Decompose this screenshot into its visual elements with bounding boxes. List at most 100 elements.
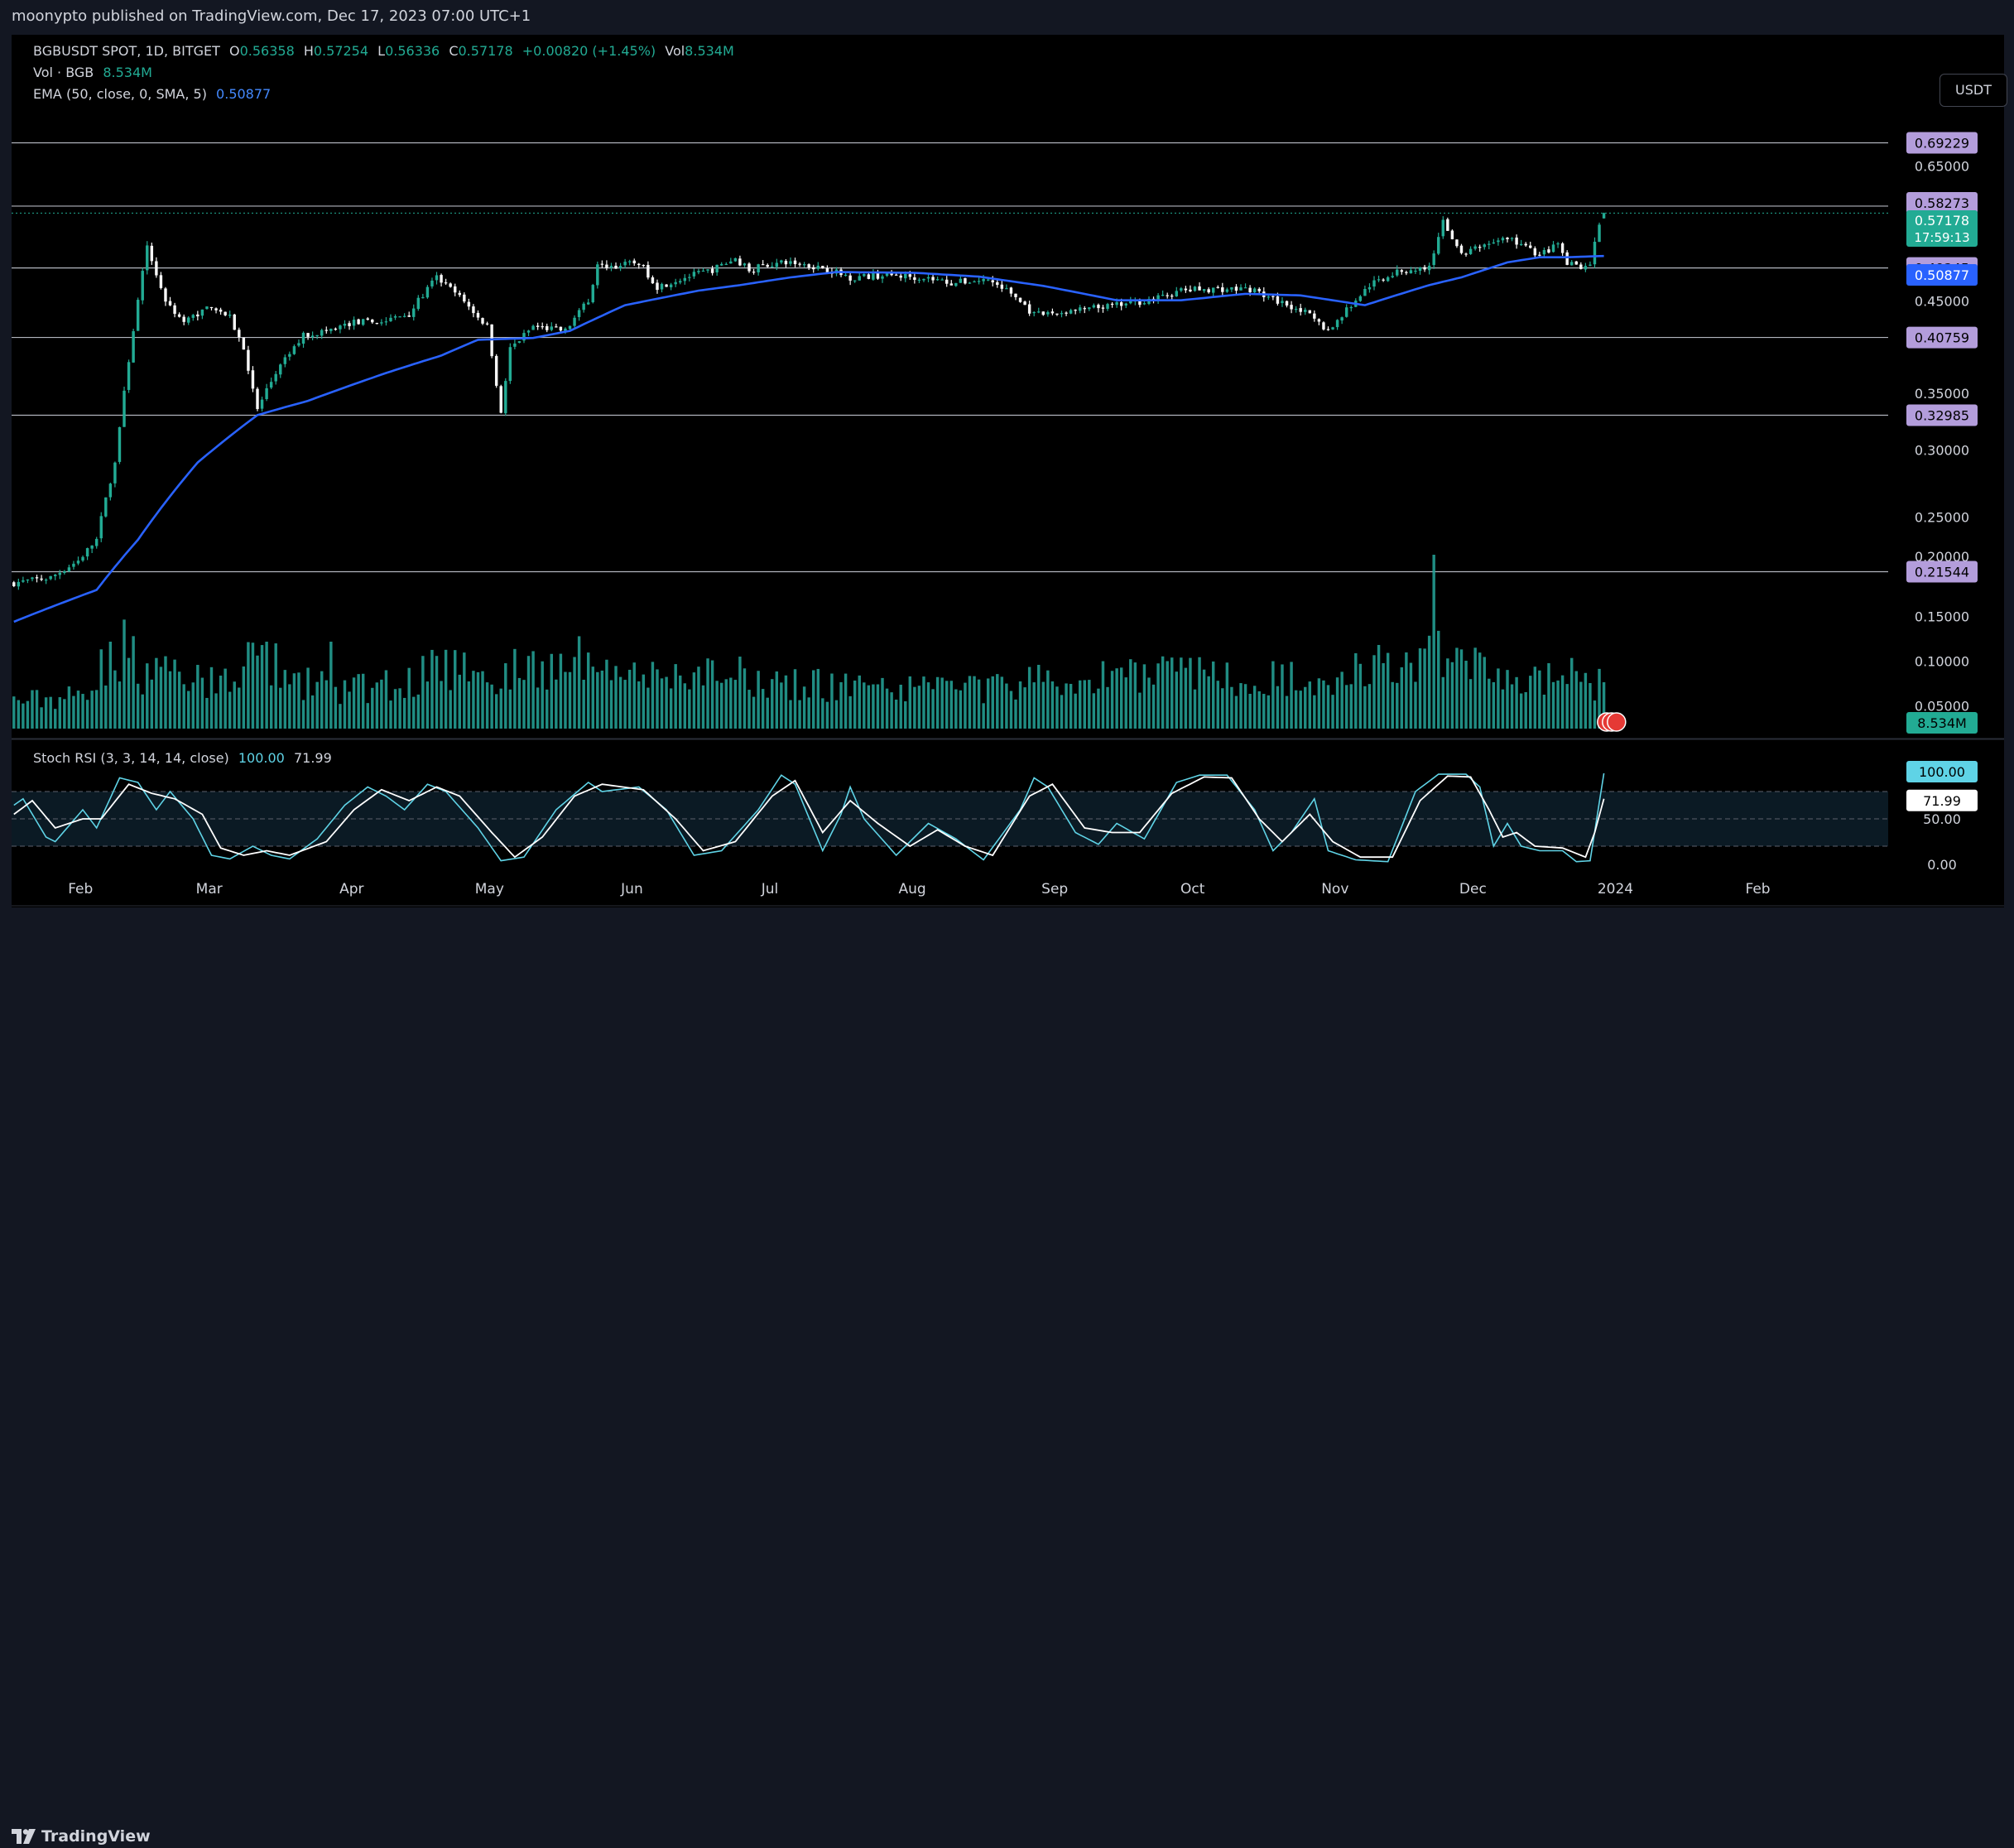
candle-body (1441, 219, 1445, 237)
candle-body (1488, 243, 1491, 245)
volume-bar (1488, 678, 1491, 729)
volume-bar (233, 681, 236, 729)
candle-body (416, 297, 421, 310)
volume-bar (904, 701, 907, 729)
candle-body (1027, 304, 1031, 314)
volume-bar (22, 703, 25, 729)
volume-bar (913, 686, 916, 729)
volume-bar (1088, 680, 1091, 729)
x-tick-label-10: Dec (1459, 881, 1487, 898)
volume-bar (890, 692, 893, 729)
candle-body (867, 274, 871, 279)
volume-bar (85, 700, 89, 729)
event-flag-icon-2 (1607, 712, 1627, 732)
legend-volume-label[interactable]: Vol · BGB (33, 65, 94, 80)
candle-body (1519, 243, 1523, 246)
volume-bar (1014, 699, 1017, 729)
candle-body (1115, 301, 1118, 306)
candle-body (1290, 305, 1293, 310)
candle-body (1405, 272, 1408, 273)
volume-bar (761, 689, 765, 729)
candle-body (1018, 297, 1022, 302)
volume-bar (1239, 683, 1243, 729)
candle-body (513, 343, 517, 347)
volume-bar (224, 668, 227, 729)
volume-bar (1304, 686, 1307, 729)
stoch-y-tick-1: 0.00 (1927, 857, 1957, 873)
volume-bar (816, 668, 820, 729)
candle-body (609, 266, 613, 268)
candle-body (1088, 307, 1091, 310)
legend-ema-label[interactable]: EMA (50, close, 0, SMA, 5) (33, 86, 207, 102)
candle-body (1423, 267, 1426, 270)
volume-bar (964, 682, 967, 729)
volume-bar (421, 656, 425, 729)
candle-body (1041, 311, 1045, 315)
volume-bar (513, 648, 517, 729)
volume-bar (1170, 657, 1174, 729)
volume-bar (416, 694, 421, 729)
candle-body (205, 306, 209, 310)
volume-bar (1574, 671, 1578, 729)
volume-bar (834, 700, 839, 729)
volume-bar (1225, 662, 1229, 729)
volume-bar (463, 652, 466, 729)
candle-body (315, 334, 319, 336)
candle-body (536, 325, 540, 327)
candle-body (292, 346, 296, 354)
candle-body (99, 516, 103, 539)
candle-body (1281, 301, 1284, 304)
candle-body (1198, 286, 1201, 291)
candle-body (104, 497, 108, 517)
y-tick-label-0: 0.65000 (1915, 158, 1969, 174)
volume-bar (472, 671, 475, 729)
volume-bar (573, 657, 576, 729)
chart-frame[interactable]: Feb Mar Apr May Jun Jul Aug Sep Oct Nov Dec 2024 Feb… (12, 35, 2007, 907)
volume-bar (1106, 686, 1109, 729)
candle-body (1313, 313, 1316, 319)
candle-body (683, 277, 687, 282)
volume-bar (1285, 695, 1289, 729)
candle-body (251, 370, 255, 389)
volume-bar (1299, 691, 1302, 729)
volume-bar (343, 680, 347, 729)
volume-bar (49, 696, 52, 729)
volume-bar (485, 682, 489, 729)
volume-bar (132, 636, 135, 729)
candle-body (67, 567, 71, 571)
legend-symbol[interactable]: BGBUSDT SPOT, 1D, BITGET (33, 43, 220, 59)
volume-bar (853, 680, 857, 729)
chart-canvas[interactable]: Feb Mar Apr May Jun Jul Aug Sep Oct Nov Dec 2024 Feb… (12, 35, 2004, 907)
volume-bar (315, 681, 319, 729)
candle-body (600, 263, 604, 265)
candle-body (555, 326, 558, 328)
candle-body (1271, 296, 1275, 297)
volume-bar (1129, 659, 1132, 729)
tradingview-logo[interactable]: TradingView (12, 1825, 151, 1848)
volume-bar (35, 690, 39, 729)
volume-bar (113, 670, 117, 729)
candle-body (453, 286, 457, 293)
volume-bar (692, 672, 696, 729)
candle-body (1464, 253, 1468, 255)
volume-bar (646, 687, 650, 729)
legend-stoch-label[interactable]: Stoch RSI (3, 3, 14, 14, close) (33, 750, 229, 766)
candle-body (463, 294, 466, 302)
volume-bar (1271, 661, 1275, 729)
volume-bar (926, 682, 930, 729)
volume-bar (697, 667, 700, 729)
volume-bar (1294, 690, 1298, 729)
candle-body (1584, 266, 1588, 270)
volume-bar (310, 695, 315, 729)
volume-bar (757, 671, 760, 729)
candle-body (1377, 279, 1381, 281)
candle-body (949, 283, 953, 286)
candle-body (908, 274, 912, 277)
x-tick-label-9: Nov (1321, 881, 1348, 898)
candle-body (123, 390, 126, 427)
volume-bar (719, 682, 723, 729)
currency-button[interactable]: USDT (1939, 74, 2007, 107)
candle-body (1014, 293, 1017, 297)
volume-bar (425, 681, 430, 729)
candle-body (665, 284, 668, 287)
